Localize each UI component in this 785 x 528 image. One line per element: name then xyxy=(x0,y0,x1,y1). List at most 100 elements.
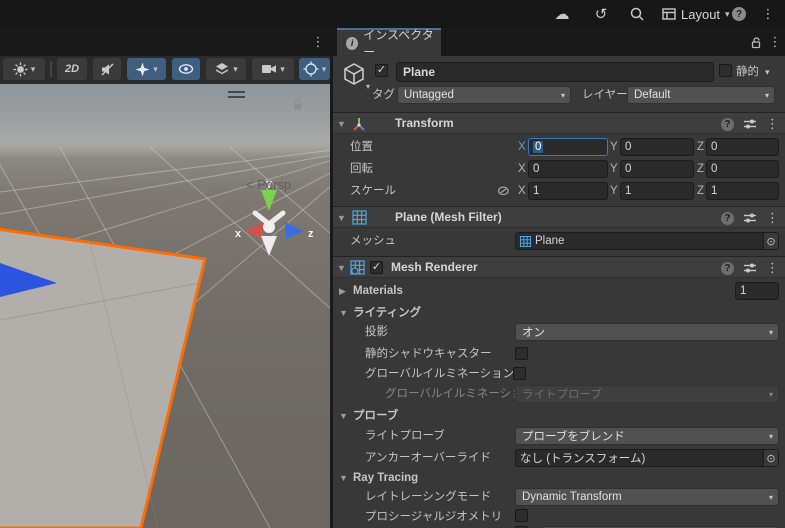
rotation-x-field[interactable]: 0 xyxy=(528,160,608,178)
position-y-axis-label[interactable]: Y xyxy=(610,138,618,156)
lighting-foldout-icon[interactable]: ▼ xyxy=(339,304,348,322)
gameobject-name: Plane xyxy=(403,65,436,79)
mesh-object-field[interactable]: Plane xyxy=(515,232,764,250)
rotation-y-field[interactable]: 0 xyxy=(620,160,694,178)
gizmos-button[interactable]: ▾ xyxy=(299,58,330,80)
selected-plane-object[interactable] xyxy=(0,227,207,528)
foldout-icon[interactable]: ▼ xyxy=(337,115,346,133)
layer-label: レイヤー xyxy=(582,89,628,101)
transform-header[interactable]: ▼ Transform ? ⋮ xyxy=(333,112,785,134)
gizmo-front-cone[interactable] xyxy=(261,236,277,256)
rotation-x-axis-label[interactable]: X xyxy=(518,160,526,178)
position-z-axis-label[interactable]: Z xyxy=(697,138,704,156)
cloud-icon[interactable]: ☁ xyxy=(551,0,573,28)
tab-inspector[interactable]: i インスペクター xyxy=(337,28,441,59)
procedural-geometry-checkbox[interactable] xyxy=(515,509,528,522)
scene-visibility-button[interactable] xyxy=(172,58,200,80)
help-icon[interactable]: ? xyxy=(721,261,734,275)
anchor-override-picker-icon[interactable]: ⊙ xyxy=(763,449,779,467)
draw-mode-button[interactable]: ▾ xyxy=(3,58,45,80)
gameobject-cube-icon[interactable] xyxy=(341,61,368,88)
static-flags-caret[interactable]: ▾ xyxy=(765,68,770,77)
foldout-icon[interactable]: ▼ xyxy=(337,209,346,227)
static-shadow-caster-checkbox[interactable] xyxy=(515,347,528,360)
probes-foldout-icon[interactable]: ▼ xyxy=(339,407,348,425)
inspector-menu-icon[interactable]: ⋮ xyxy=(768,28,782,56)
rotation-z-axis-label[interactable]: Z xyxy=(697,160,704,178)
light-probes-value: プローブをブレンド xyxy=(522,431,625,443)
component-menu-icon[interactable]: ⋮ xyxy=(766,116,779,132)
scale-x-field[interactable]: 1 xyxy=(528,182,608,200)
materials-count-field[interactable]: 1 xyxy=(735,282,779,300)
audio-toggle-button[interactable] xyxy=(93,58,121,80)
ray-tracing-foldout-icon[interactable]: ▼ xyxy=(339,469,348,487)
presets-icon[interactable] xyxy=(743,212,757,224)
position-x-axis-label[interactable]: X xyxy=(518,138,526,156)
help-icon[interactable]: ? xyxy=(731,0,747,28)
perspective-label[interactable]: < Persp xyxy=(246,177,291,192)
inspector-tab-strip: i インスペクター ⋮ xyxy=(333,28,785,59)
position-z-field[interactable]: 0 xyxy=(706,138,779,156)
gameobject-active-checkbox[interactable]: ✓ xyxy=(375,64,388,77)
scale-y-field[interactable]: 1 xyxy=(620,182,694,200)
materials-foldout-icon[interactable]: ▶ xyxy=(339,282,346,300)
search-icon[interactable] xyxy=(627,0,647,28)
position-x-value: 0 xyxy=(533,141,544,153)
static-checkbox[interactable] xyxy=(719,64,732,77)
gizmo-z-axis-cone[interactable] xyxy=(285,222,303,239)
contribute-gi-checkbox[interactable] xyxy=(513,367,526,380)
gameobject-name-field[interactable]: Plane xyxy=(396,62,714,82)
scale-x-axis-label[interactable]: X xyxy=(518,182,526,200)
effects-button[interactable]: ▾ xyxy=(127,58,166,80)
mesh-object-picker-icon[interactable]: ⊙ xyxy=(763,232,779,250)
scale-z-field[interactable]: 1 xyxy=(706,182,779,200)
camera-button[interactable]: ▾ xyxy=(252,58,294,80)
scale-z-axis-label[interactable]: Z xyxy=(697,182,704,200)
component-menu-icon[interactable]: ⋮ xyxy=(766,260,779,276)
scene-camera-menu-icon[interactable] xyxy=(228,91,245,101)
layout-button[interactable]: Layout ▾ xyxy=(656,3,736,25)
layout-icon xyxy=(662,7,676,21)
history-icon[interactable]: ↺ xyxy=(591,0,611,28)
help-icon[interactable]: ? xyxy=(721,117,734,131)
position-x-field[interactable]: 0 xyxy=(528,138,608,156)
position-y-value: 0 xyxy=(625,141,632,153)
static-shadow-caster-label: 静的シャドウキャスター xyxy=(365,348,492,360)
constrain-proportions-icon[interactable]: ⊘ xyxy=(497,182,511,200)
anchor-override-field[interactable]: なし (トランスフォーム) xyxy=(515,449,764,467)
overflow-menu-icon[interactable]: ⋮ xyxy=(761,0,775,28)
foldout-icon[interactable]: ▼ xyxy=(337,259,346,277)
chevron-down-icon: ▾ xyxy=(768,493,773,502)
rotation-y-axis-label[interactable]: Y xyxy=(610,160,618,178)
gameobject-icon-caret[interactable]: ▾ xyxy=(366,82,370,91)
help-icon[interactable]: ? xyxy=(721,211,734,225)
gizmo-y-axis-cone[interactable] xyxy=(261,190,277,211)
inspector-lock-icon[interactable] xyxy=(750,36,762,49)
chevron-down-icon: ▾ xyxy=(768,432,773,441)
presets-icon[interactable] xyxy=(743,262,757,274)
scene-viewport[interactable]: y x z < Persp xyxy=(0,84,330,528)
rotation-z-field[interactable]: 0 xyxy=(706,160,779,178)
mesh-renderer-enabled-checkbox[interactable]: ✓ xyxy=(370,261,383,274)
presets-icon[interactable] xyxy=(743,118,757,130)
scene-tab-menu-icon[interactable]: ⋮ xyxy=(311,28,325,56)
mesh-renderer-header[interactable]: ▼ ✓ Mesh Renderer ? ⋮ xyxy=(333,256,785,278)
mesh-filter-header[interactable]: ▼ Plane (Mesh Filter) ? ⋮ xyxy=(333,206,785,228)
layers-button[interactable]: ▾ xyxy=(206,58,246,80)
materials-count: 1 xyxy=(740,285,747,297)
layer-dropdown[interactable]: Default ▾ xyxy=(627,86,775,104)
light-probes-dropdown[interactable]: プローブをブレンド ▾ xyxy=(515,427,779,445)
layers-icon xyxy=(214,62,230,76)
gizmo-center[interactable] xyxy=(263,221,275,233)
2d-toggle-button[interactable]: 2D xyxy=(57,58,87,80)
chevron-down-icon: ▾ xyxy=(768,390,773,399)
component-menu-icon[interactable]: ⋮ xyxy=(766,210,779,226)
ray-tracing-mode-dropdown[interactable]: Dynamic Transform ▾ xyxy=(515,488,779,506)
scale-y-axis-label[interactable]: Y xyxy=(610,182,618,200)
tag-dropdown[interactable]: Untagged ▾ xyxy=(397,86,571,104)
cast-shadows-dropdown[interactable]: オン ▾ xyxy=(515,323,779,341)
position-y-field[interactable]: 0 xyxy=(620,138,694,156)
check-icon: ✓ xyxy=(371,261,382,273)
gizmo-x-axis-cone[interactable] xyxy=(245,222,263,239)
lock-icon[interactable] xyxy=(292,98,304,111)
